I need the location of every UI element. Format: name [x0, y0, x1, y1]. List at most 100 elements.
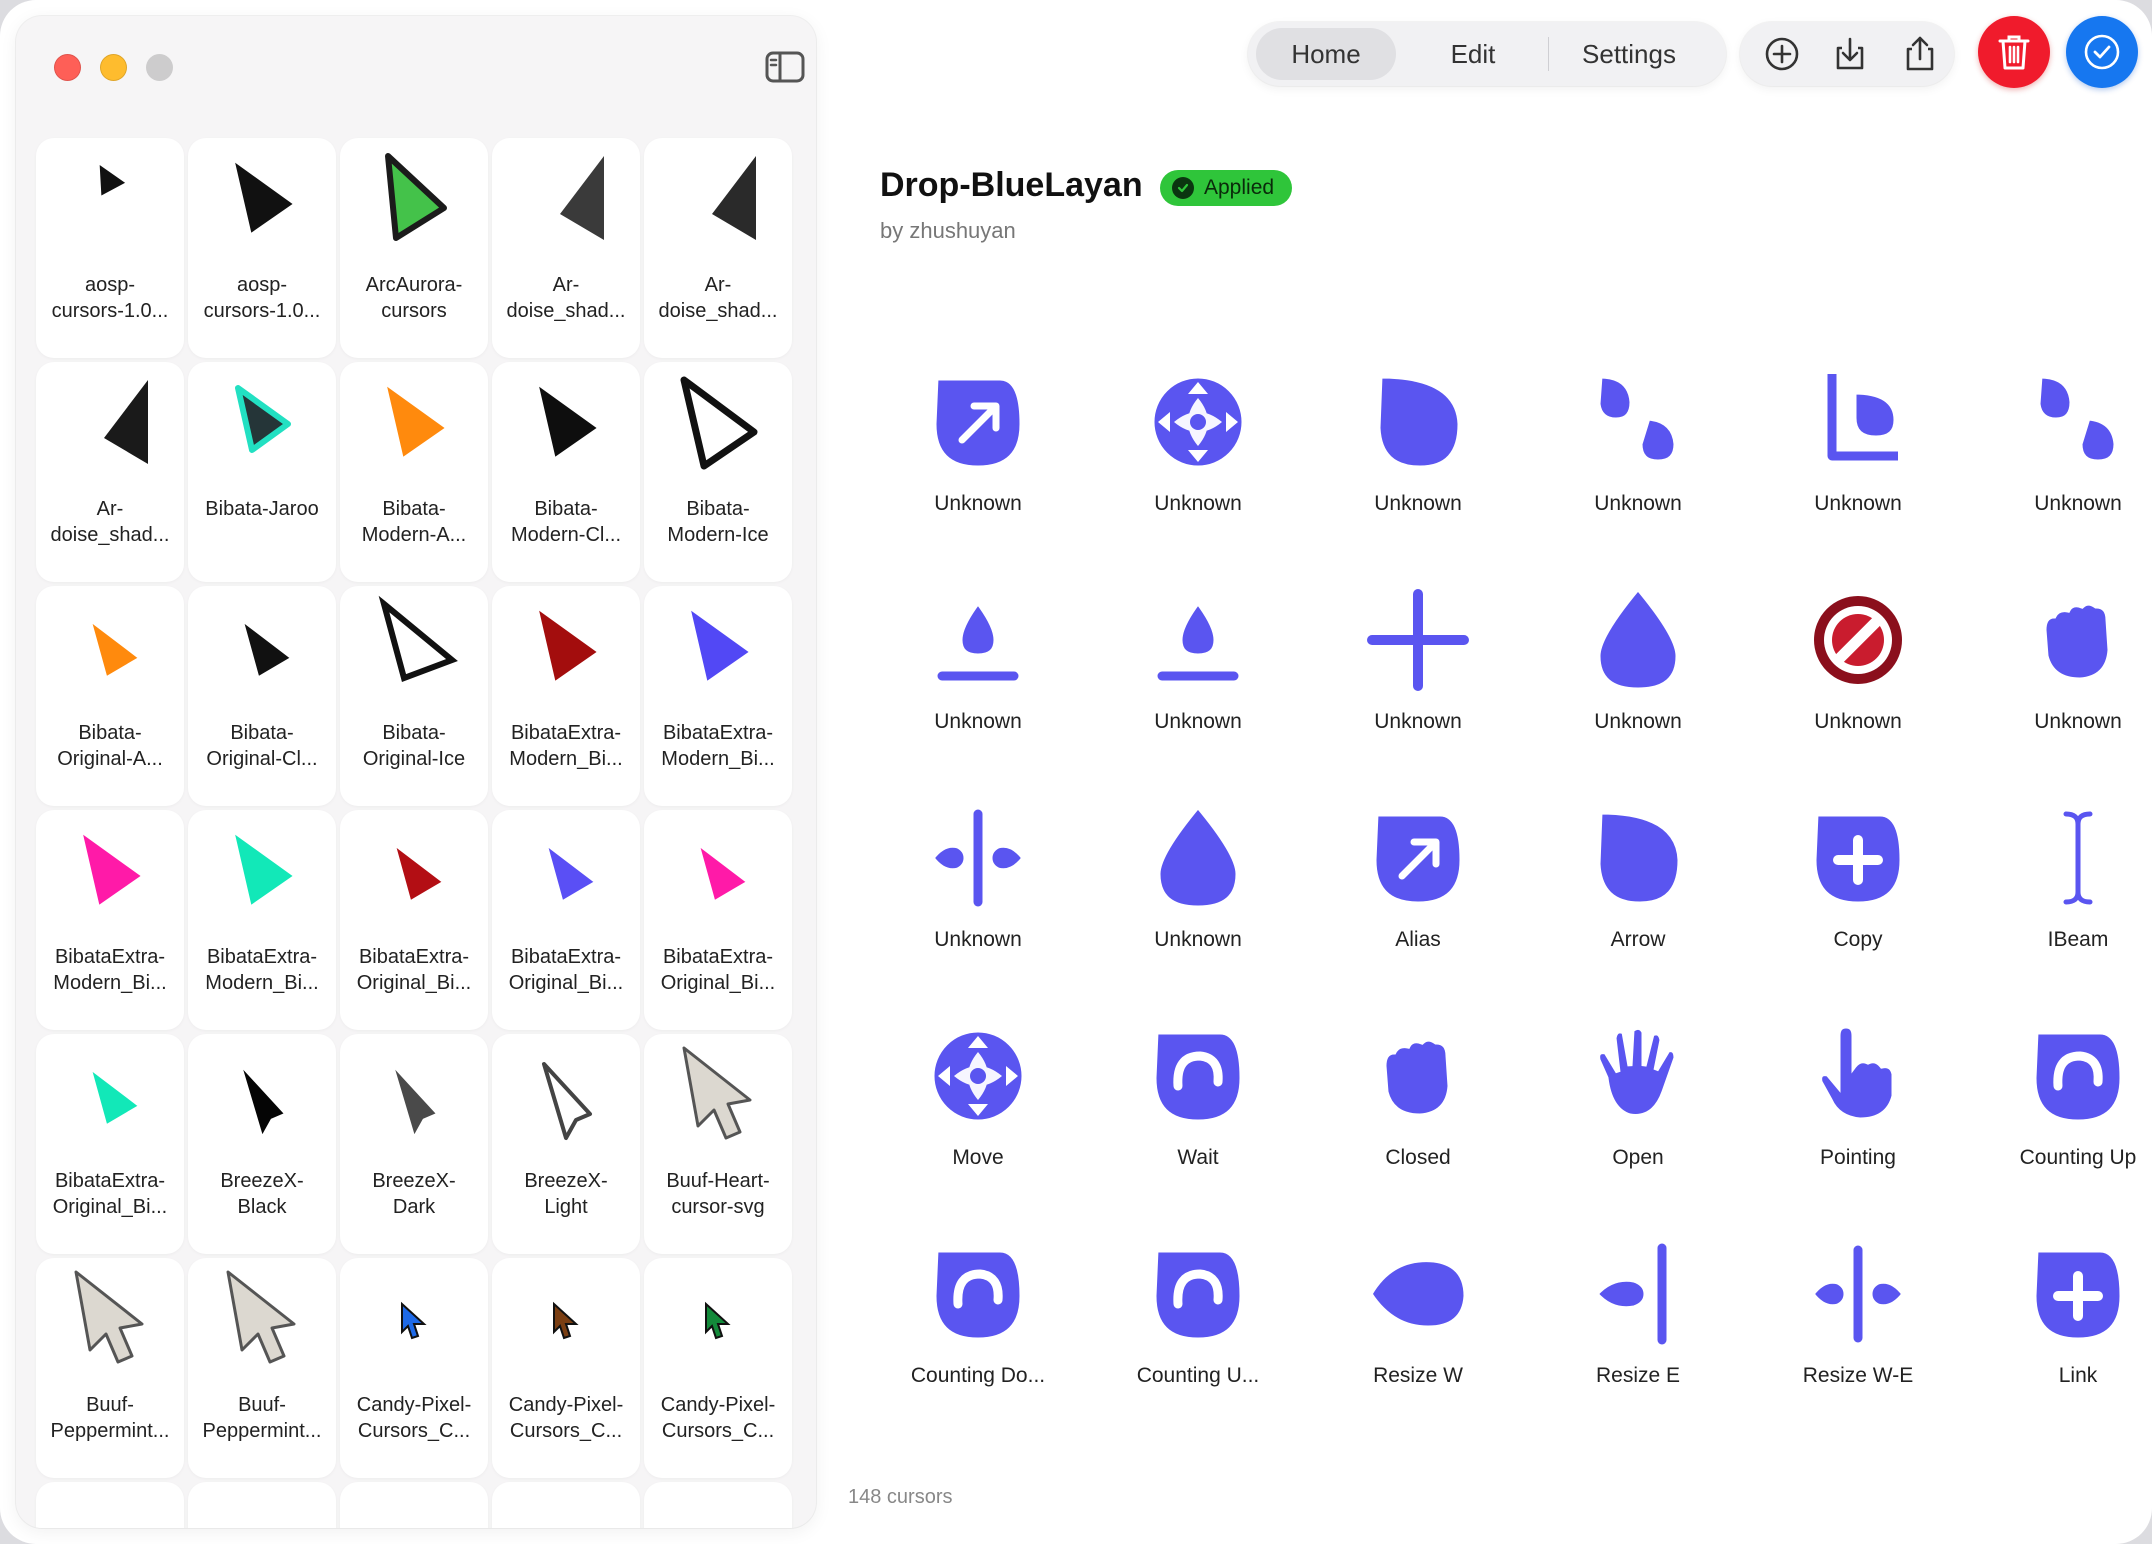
- move-cursor-icon: [1149, 373, 1247, 471]
- theme-tile[interactable]: [340, 1482, 488, 1528]
- theme-tile-label: BibataExtra- Original_Bi...: [508, 946, 624, 994]
- theme-tile[interactable]: [36, 1482, 184, 1528]
- theme-tile[interactable]: Buuf- Peppermint...: [36, 1258, 184, 1478]
- theme-tile[interactable]: Bibata- Original-A...: [36, 586, 184, 806]
- wait-cursor-icon: [1151, 1247, 1245, 1343]
- theme-tile[interactable]: aosp- cursors-1.0...: [188, 138, 336, 358]
- copy-drop-cursor-icon: [1811, 811, 1905, 907]
- theme-tile[interactable]: BibataExtra- Original_Bi...: [492, 810, 640, 1030]
- theme-tile-label: aosp- cursors-1.0...: [51, 274, 169, 322]
- theme-tile[interactable]: BibataExtra- Original_Bi...: [36, 1034, 184, 1254]
- cursor-cell[interactable]: Unknown: [1748, 578, 1968, 796]
- closed-hand-cursor-icon: [2041, 600, 2113, 683]
- theme-tile[interactable]: aosp- cursors-1.0...: [36, 138, 184, 358]
- cursor-cell[interactable]: IBeam: [1968, 796, 2152, 1014]
- cursor-cell[interactable]: Open: [1528, 1014, 1748, 1232]
- alias-drop-cursor-icon: [1371, 811, 1465, 907]
- cursor-cell[interactable]: Unknown: [1088, 796, 1308, 1014]
- cursor-cell[interactable]: Unknown: [868, 578, 1088, 796]
- theme-tile[interactable]: Ar- doise_shad...: [492, 138, 640, 358]
- theme-tile-label: BibataExtra- Original_Bi...: [52, 1170, 168, 1218]
- cursor-cell[interactable]: Counting Up: [1968, 1014, 2152, 1232]
- tab-settings[interactable]: Settings: [1549, 28, 1709, 80]
- cursor-label: Unknown: [1154, 492, 1242, 515]
- theme-tile[interactable]: Buuf-Heart- cursor-svg: [644, 1034, 792, 1254]
- cursor-cell[interactable]: Copy: [1748, 796, 1968, 1014]
- theme-tile[interactable]: Candy-Pixel- Cursors_C...: [492, 1258, 640, 1478]
- theme-tile-label: Buuf-Heart- cursor-svg: [666, 1170, 770, 1218]
- delete-theme-button[interactable]: [1978, 16, 2050, 88]
- cursor-label: Unknown: [934, 928, 1022, 951]
- cursor-cell[interactable]: Counting Do...: [868, 1232, 1088, 1450]
- apply-theme-button[interactable]: [2066, 16, 2138, 88]
- add-button[interactable]: [1762, 34, 1802, 74]
- theme-tile[interactable]: BreezeX- Black: [188, 1034, 336, 1254]
- theme-tile[interactable]: Ar- doise_shad...: [644, 138, 792, 358]
- theme-tile[interactable]: Bibata- Modern-A...: [340, 362, 488, 582]
- closed-hand-cursor-icon: [1381, 1036, 1453, 1119]
- theme-tile[interactable]: [644, 1482, 792, 1528]
- theme-tile[interactable]: Bibata- Original-Ice: [340, 586, 488, 806]
- theme-tile[interactable]: Ar- doise_shad...: [36, 362, 184, 582]
- cursor-cell[interactable]: Unknown: [1528, 360, 1748, 578]
- cursor-cell[interactable]: Move: [868, 1014, 1088, 1232]
- theme-tile[interactable]: BibataExtra- Modern_Bi...: [492, 586, 640, 806]
- share-button[interactable]: [1900, 34, 1940, 74]
- download-button[interactable]: [1830, 34, 1870, 74]
- cursor-label: Unknown: [1374, 710, 1462, 733]
- theme-tile[interactable]: [188, 1482, 336, 1528]
- cursor-cell[interactable]: Unknown: [1088, 578, 1308, 796]
- theme-tile-label: Buuf- Peppermint...: [50, 1394, 170, 1442]
- window-close-button[interactable]: [54, 54, 81, 81]
- cursor-cell[interactable]: Unknown: [1528, 578, 1748, 796]
- cursor-cell[interactable]: Unknown: [1748, 360, 1968, 578]
- cursor-cell[interactable]: Unknown: [868, 360, 1088, 578]
- theme-tile[interactable]: BreezeX- Dark: [340, 1034, 488, 1254]
- cursor-cell[interactable]: Closed: [1308, 1014, 1528, 1232]
- sidebar-toggle-button[interactable]: [764, 50, 806, 84]
- cursor-cell[interactable]: Unknown: [1308, 578, 1528, 796]
- theme-tile[interactable]: BibataExtra- Modern_Bi...: [36, 810, 184, 1030]
- cursor-cell[interactable]: Unknown: [1308, 360, 1528, 578]
- cursor-cell[interactable]: Counting U...: [1088, 1232, 1308, 1450]
- cursor-cell[interactable]: Unknown: [1968, 578, 2152, 796]
- theme-tile[interactable]: BibataExtra- Modern_Bi...: [188, 810, 336, 1030]
- theme-tile-label: BreezeX- Dark: [372, 1170, 456, 1218]
- theme-tile[interactable]: Bibata- Modern-Ice: [644, 362, 792, 582]
- trash-icon: [1998, 35, 2030, 70]
- theme-tile[interactable]: ArcAurora- cursors: [340, 138, 488, 358]
- cursor-cell[interactable]: Link: [1968, 1232, 2152, 1450]
- theme-tile-label: Candy-Pixel- Cursors_C...: [660, 1394, 776, 1442]
- theme-tile[interactable]: Bibata- Original-Cl...: [188, 586, 336, 806]
- theme-tile[interactable]: Buuf- Peppermint...: [188, 1258, 336, 1478]
- cursor-cell[interactable]: Resize W: [1308, 1232, 1528, 1450]
- theme-tile[interactable]: BibataExtra- Modern_Bi...: [644, 586, 792, 806]
- cursor-cell[interactable]: Resize W-E: [1748, 1232, 1968, 1450]
- window-minimize-button[interactable]: [100, 54, 127, 81]
- theme-tile[interactable]: BreezeX- Light: [492, 1034, 640, 1254]
- theme-tile[interactable]: Bibata-Jaroo: [188, 362, 336, 582]
- cursor-cell[interactable]: Arrow: [1528, 796, 1748, 1014]
- theme-tile[interactable]: BibataExtra- Original_Bi...: [644, 810, 792, 1030]
- cursor-label: Counting Do...: [910, 1364, 1046, 1387]
- cursor-cell[interactable]: Resize E: [1528, 1232, 1748, 1450]
- theme-tile[interactable]: Candy-Pixel- Cursors_C...: [340, 1258, 488, 1478]
- cursor-cell[interactable]: Wait: [1088, 1014, 1308, 1232]
- cursor-cell[interactable]: Pointing: [1748, 1014, 1968, 1232]
- theme-tile[interactable]: BibataExtra- Original_Bi...: [340, 810, 488, 1030]
- theme-tile-label: Candy-Pixel- Cursors_C...: [356, 1394, 472, 1442]
- cursor-cell[interactable]: Unknown: [1088, 360, 1308, 578]
- theme-tile-label: ArcAurora- cursors: [365, 274, 463, 322]
- cursor-label: Alias: [1395, 928, 1441, 951]
- window-maximize-button[interactable]: [146, 54, 173, 81]
- tab-edit[interactable]: Edit: [1398, 28, 1548, 80]
- tab-home[interactable]: Home: [1256, 28, 1396, 80]
- cursor-cell[interactable]: Unknown: [1968, 360, 2152, 578]
- theme-tile-label: BibataExtra- Original_Bi...: [660, 946, 776, 994]
- cursor-cell[interactable]: Alias: [1308, 796, 1528, 1014]
- theme-tile[interactable]: Candy-Pixel- Cursors_C...: [644, 1258, 792, 1478]
- theme-tile[interactable]: [492, 1482, 640, 1528]
- cursor-preview-icon: [553, 1301, 579, 1340]
- cursor-cell[interactable]: Unknown: [868, 796, 1088, 1014]
- theme-tile[interactable]: Bibata- Modern-Cl...: [492, 362, 640, 582]
